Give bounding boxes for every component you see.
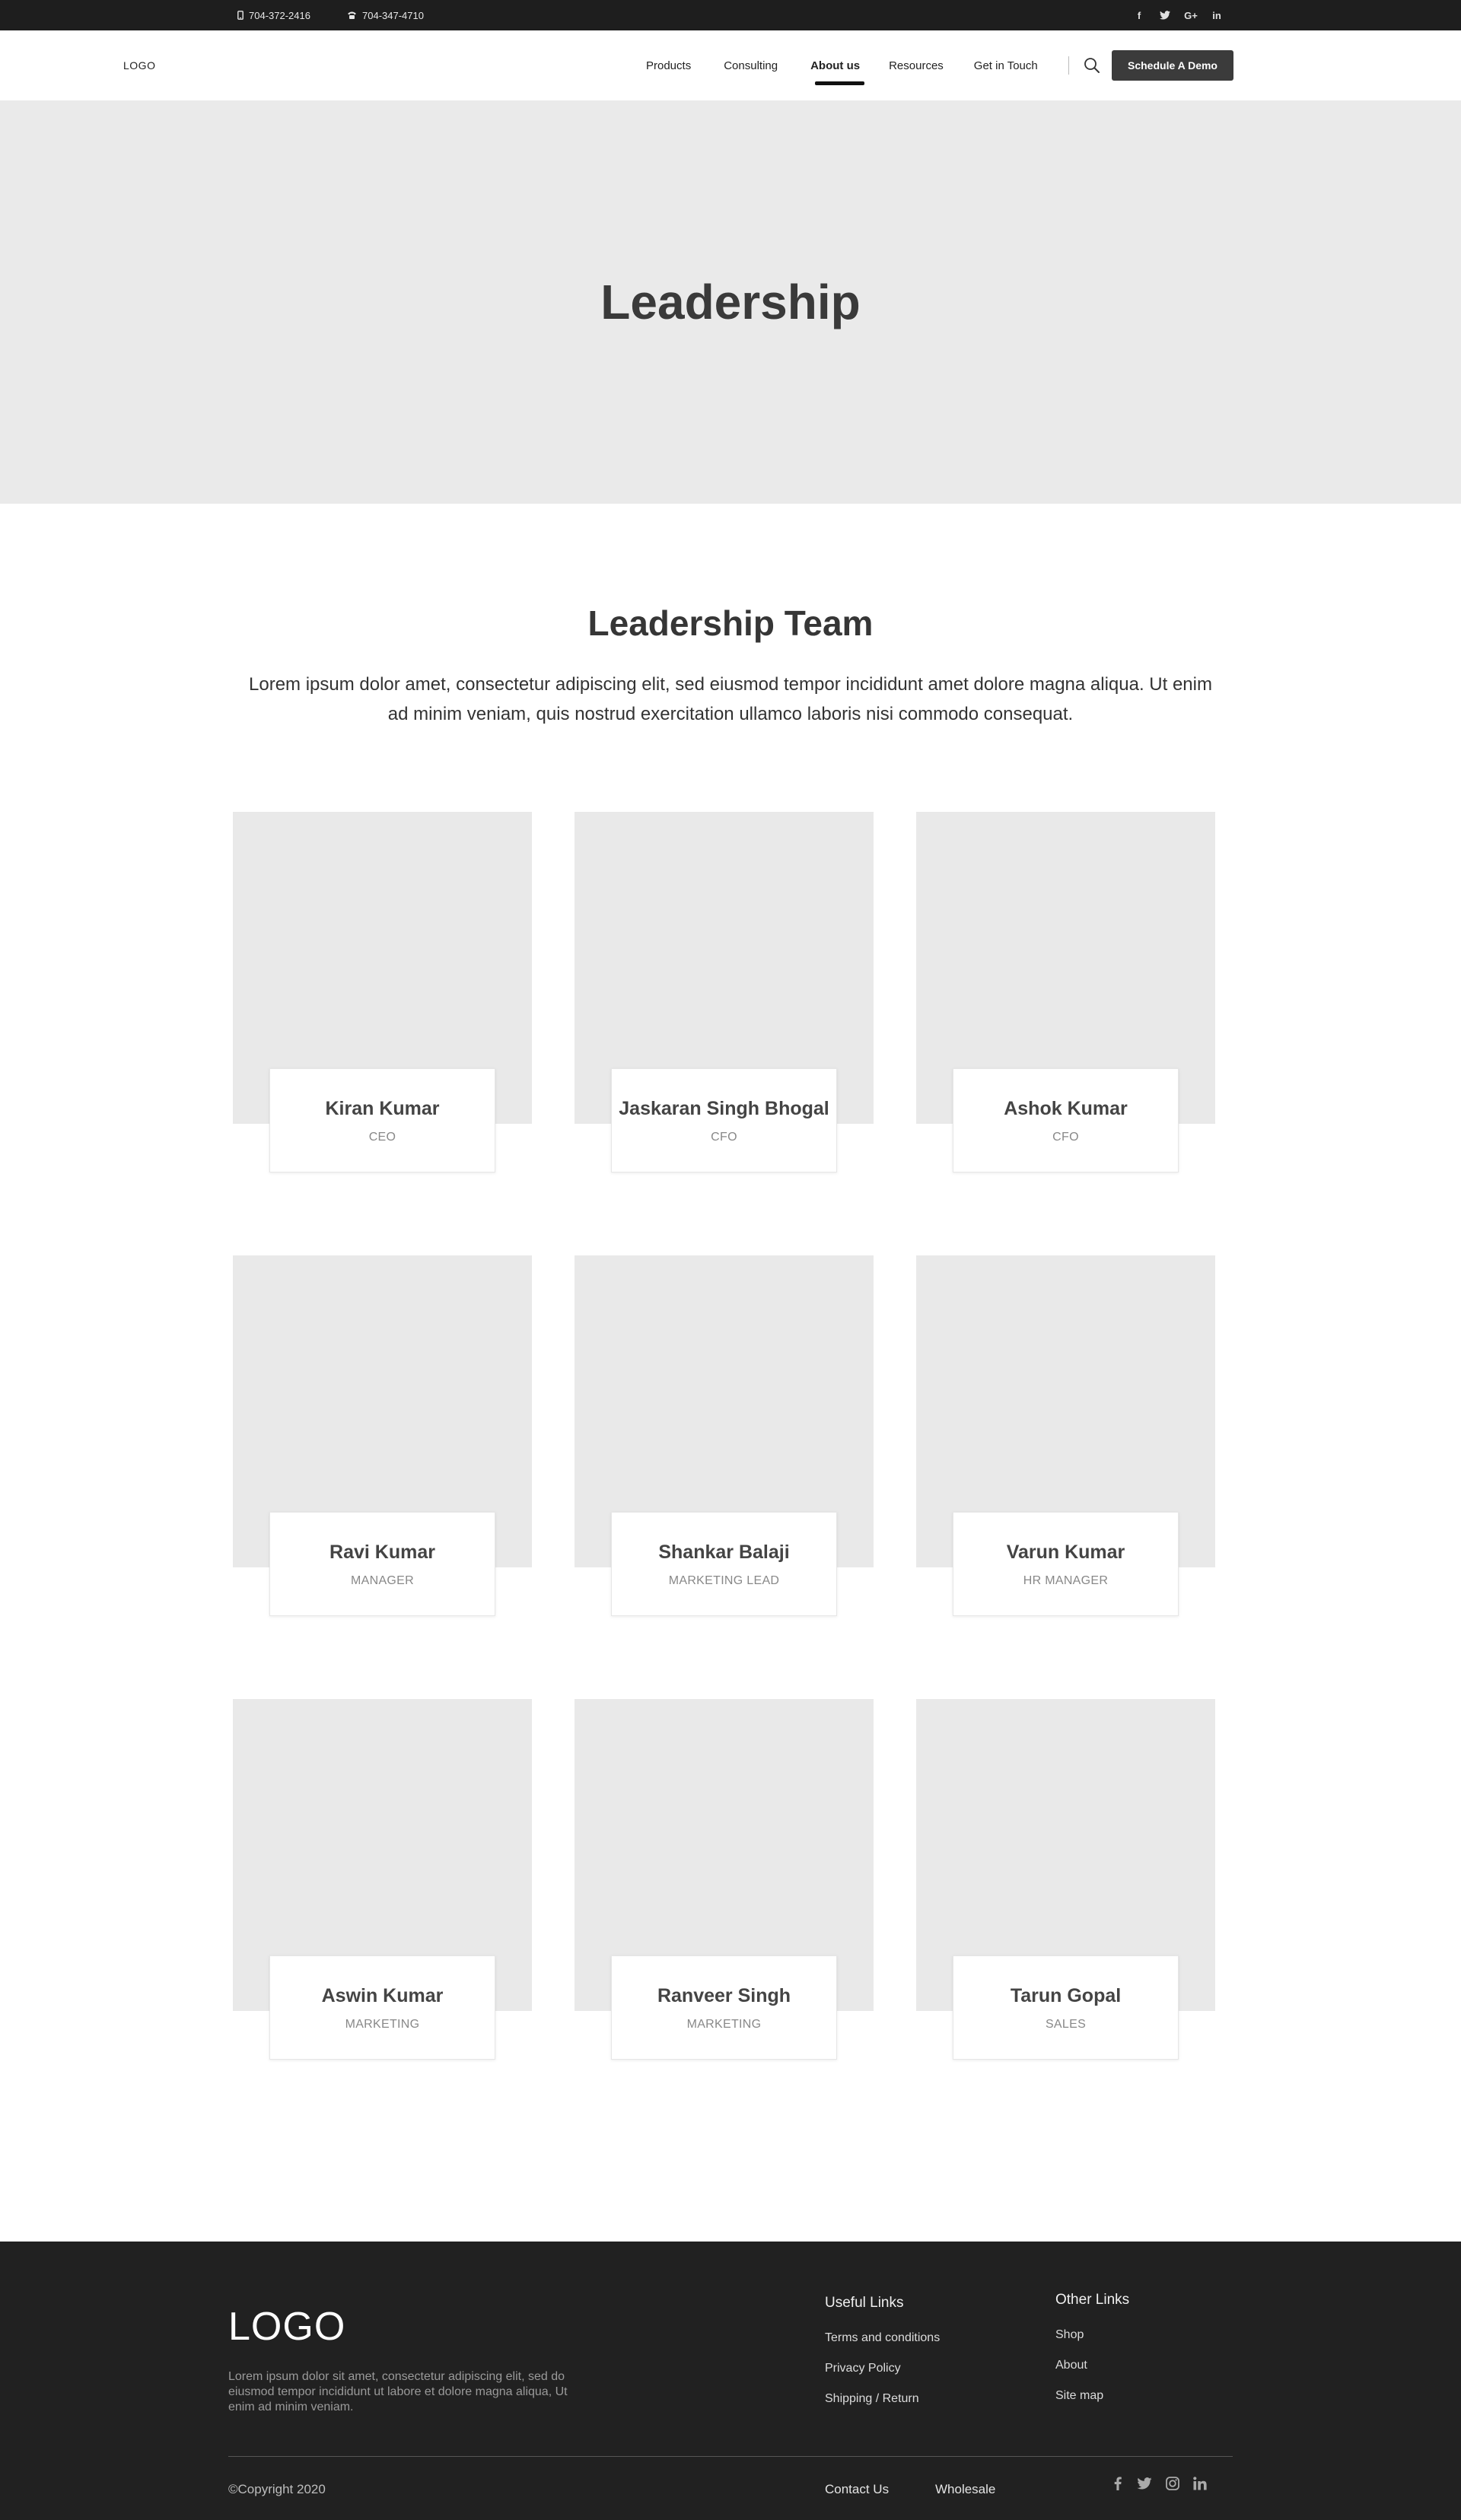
team-member-card[interactable]: Ranveer Singh MARKETING: [575, 1699, 874, 2060]
footer-link-wholesale[interactable]: Wholesale: [935, 2482, 995, 2497]
nav-item-get-in-touch[interactable]: Get in Touch: [974, 59, 1038, 72]
page-title: Leadership: [600, 275, 861, 329]
team-member-card[interactable]: Varun Kumar HR MANAGER: [916, 1255, 1215, 1616]
member-role: MARKETING: [345, 2018, 420, 2031]
footer-link-site-map[interactable]: Site map: [1055, 2389, 1103, 2403]
member-role: CEO: [368, 1131, 396, 1144]
site-logo[interactable]: LOGO: [123, 30, 155, 100]
site-footer: LOGO Lorem ipsum dolor sit amet, consect…: [0, 2242, 1461, 2520]
linkedin-icon[interactable]: in: [1204, 10, 1230, 21]
phone-number-1-text: 704-372-2416: [249, 9, 310, 21]
member-name: Shankar Balaji: [658, 1542, 790, 1563]
other-links-title: Other Links: [1055, 2292, 1130, 2308]
facebook-icon[interactable]: [1109, 2474, 1127, 2493]
team-member-card[interactable]: Jaskaran Singh Bhogal CFO: [575, 812, 874, 1172]
member-info: Varun Kumar HR MANAGER: [953, 1512, 1179, 1616]
member-name: Jaskaran Singh Bhogal: [619, 1098, 829, 1119]
team-member-card[interactable]: Tarun Gopal SALES: [916, 1699, 1215, 2060]
member-info: Aswin Kumar MARKETING: [269, 1955, 495, 2060]
nav-item-about-us[interactable]: About us: [810, 59, 865, 85]
search-icon[interactable]: [1082, 56, 1102, 75]
phone-number-2-text: 704-347-4710: [362, 9, 424, 21]
footer-link-terms[interactable]: Terms and conditions: [825, 2331, 940, 2345]
nav-divider: [1068, 56, 1069, 75]
top-bar: 704-372-2416 704-347-4710 f G+ in: [0, 0, 1461, 30]
linkedin-icon[interactable]: [1191, 2474, 1209, 2493]
main-navigation: LOGO Products Consulting About us Resour…: [0, 30, 1461, 100]
member-name: Varun Kumar: [1006, 1542, 1125, 1563]
footer-divider: [228, 2456, 1233, 2457]
google-plus-icon[interactable]: G+: [1178, 10, 1204, 21]
footer-description: Lorem ipsum dolor sit amet, consectetur …: [228, 2370, 568, 2413]
team-member-card[interactable]: Ravi Kumar MANAGER: [233, 1255, 532, 1616]
nav-item-resources[interactable]: Resources: [889, 59, 944, 72]
section-intro: Lorem ipsum dolor amet, consectetur adip…: [249, 674, 1212, 724]
member-info: Ashok Kumar CFO: [953, 1068, 1179, 1172]
member-name: Ravi Kumar: [329, 1542, 435, 1563]
member-name: Tarun Gopal: [1010, 1985, 1122, 2006]
useful-links-title: Useful Links: [825, 2295, 904, 2311]
top-social-links: f G+ in: [1126, 0, 1230, 30]
member-name: Kiran Kumar: [325, 1098, 440, 1119]
twitter-icon[interactable]: [1135, 2474, 1154, 2493]
member-name: Aswin Kumar: [321, 1985, 444, 2006]
member-info: Jaskaran Singh Bhogal CFO: [611, 1068, 837, 1172]
telephone-icon: [348, 11, 356, 19]
member-role: MARKETING: [686, 2018, 762, 2031]
member-role: CFO: [1052, 1131, 1079, 1144]
team-member-card[interactable]: Kiran Kumar CEO: [233, 812, 532, 1172]
member-role: SALES: [1045, 2018, 1087, 2031]
leadership-team-section: Leadership Team Lorem ipsum dolor amet, …: [0, 504, 1461, 2242]
section-title: Leadership Team: [587, 603, 874, 643]
member-info: Kiran Kumar CEO: [269, 1068, 495, 1172]
footer-logo[interactable]: LOGO: [228, 2304, 345, 2350]
member-info: Ravi Kumar MANAGER: [269, 1512, 495, 1616]
phone-number-2[interactable]: 704-347-4710: [347, 0, 424, 30]
member-info: Ranveer Singh MARKETING: [611, 1955, 837, 2060]
footer-link-privacy[interactable]: Privacy Policy: [825, 2362, 901, 2375]
nav-menu: Products Consulting About us Resources G…: [632, 30, 1038, 100]
schedule-demo-button[interactable]: Schedule A Demo: [1112, 50, 1233, 81]
footer-link-contact-us[interactable]: Contact Us: [825, 2482, 889, 2497]
instagram-icon[interactable]: [1163, 2474, 1182, 2493]
team-member-card[interactable]: Shankar Balaji MARKETING LEAD: [575, 1255, 874, 1616]
member-role: MANAGER: [351, 1574, 414, 1587]
team-member-card[interactable]: Ashok Kumar CFO: [916, 812, 1215, 1172]
facebook-icon[interactable]: f: [1126, 10, 1152, 21]
twitter-icon[interactable]: [1152, 11, 1178, 20]
mobile-phone-icon: [237, 11, 244, 20]
nav-item-products[interactable]: Products: [646, 59, 691, 72]
copyright: ©Copyright 2020: [228, 2482, 326, 2496]
member-name: Ranveer Singh: [657, 1985, 791, 2006]
team-member-card[interactable]: Aswin Kumar MARKETING: [233, 1699, 532, 2060]
phone-number-1[interactable]: 704-372-2416: [237, 0, 310, 30]
footer-link-shipping[interactable]: Shipping / Return: [825, 2392, 919, 2406]
member-info: Shankar Balaji MARKETING LEAD: [611, 1512, 837, 1616]
nav-item-consulting[interactable]: Consulting: [724, 59, 778, 72]
footer-link-shop[interactable]: Shop: [1055, 2328, 1084, 2342]
member-role: MARKETING LEAD: [668, 1574, 780, 1587]
member-role: HR MANAGER: [1023, 1574, 1109, 1587]
hero-banner: Leadership: [0, 100, 1461, 504]
member-role: CFO: [711, 1131, 737, 1144]
footer-link-about[interactable]: About: [1055, 2359, 1087, 2372]
member-name: Ashok Kumar: [1004, 1098, 1128, 1119]
member-info: Tarun Gopal SALES: [953, 1955, 1179, 2060]
